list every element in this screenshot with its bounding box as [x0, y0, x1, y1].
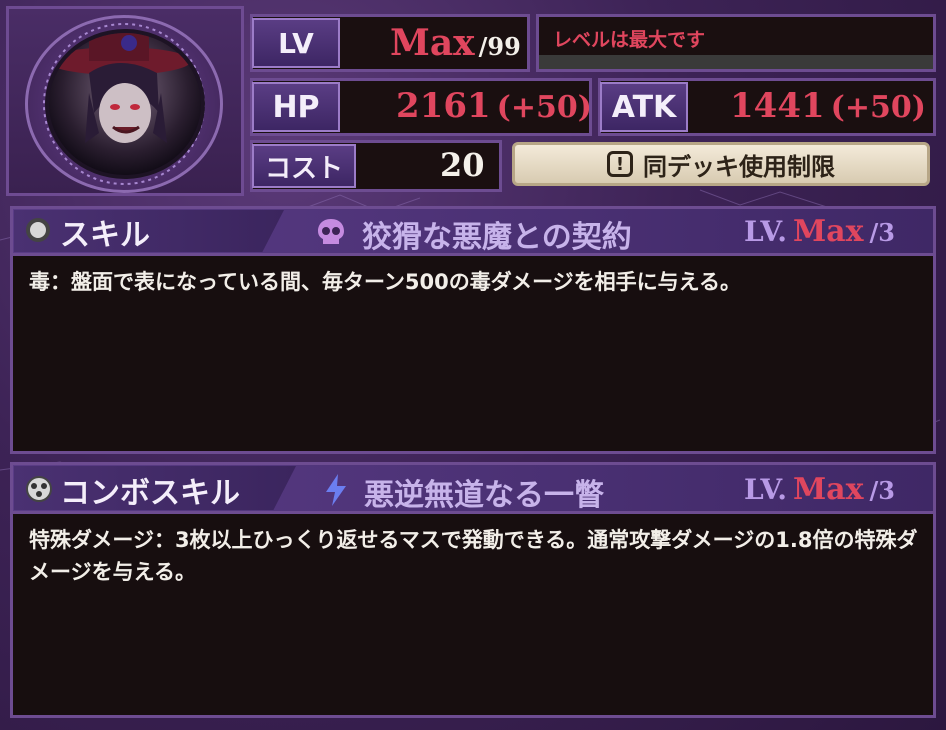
- cost-label: コスト: [252, 144, 356, 188]
- deck-limit-button[interactable]: ! 同デッキ使用制限: [512, 142, 930, 186]
- deck-limit-label: 同デッキ使用制限: [643, 152, 835, 181]
- skill-name: 狡猾な悪魔との契約: [362, 220, 632, 255]
- level-label: LV: [252, 18, 340, 68]
- combo-description: 特殊ダメージ：3枚以上ひっくり返せるマスで発動できる。通常攻撃ダメージの1.8倍…: [29, 528, 918, 584]
- atk-value: 1441 (+50): [730, 86, 926, 126]
- skull-icon: [316, 218, 346, 250]
- combo-name: 悪逆無道なる一瞥: [364, 478, 604, 513]
- combo-description-panel: 特殊ダメージ：3枚以上ひっくり返せるマスで発動できる。通常攻撃ダメージの1.8倍…: [10, 514, 936, 718]
- skill-header-label: スキル: [60, 218, 150, 253]
- cost-value: 20: [440, 146, 485, 184]
- skill-level: LV. Max /3: [744, 214, 895, 249]
- combo-level: LV. Max /3: [744, 472, 895, 507]
- skill-description-panel: 毒：盤面で表になっている間、毎ターン500の毒ダメージを相手に与える。: [10, 256, 936, 454]
- character-avatar: [45, 29, 205, 179]
- lightning-icon: [324, 474, 348, 510]
- level-value: Max /99: [390, 22, 521, 64]
- skill-description: 毒：盤面で表になっている間、毎ターン500の毒ダメージを相手に与える。: [29, 270, 742, 294]
- combo-circles-icon: [26, 476, 52, 506]
- circle-dot-icon: [26, 218, 50, 242]
- exclamation-icon: !: [607, 151, 633, 177]
- combo-header-label: コンボスキル: [60, 476, 240, 511]
- hp-label: HP: [252, 82, 340, 132]
- level-note-box: レベルは最大です: [536, 14, 936, 72]
- level-note: レベルは最大です: [553, 29, 706, 51]
- character-portrait-frame: [6, 6, 244, 196]
- atk-label: ATK: [600, 82, 688, 132]
- hp-value: 2161 (+50): [396, 86, 592, 126]
